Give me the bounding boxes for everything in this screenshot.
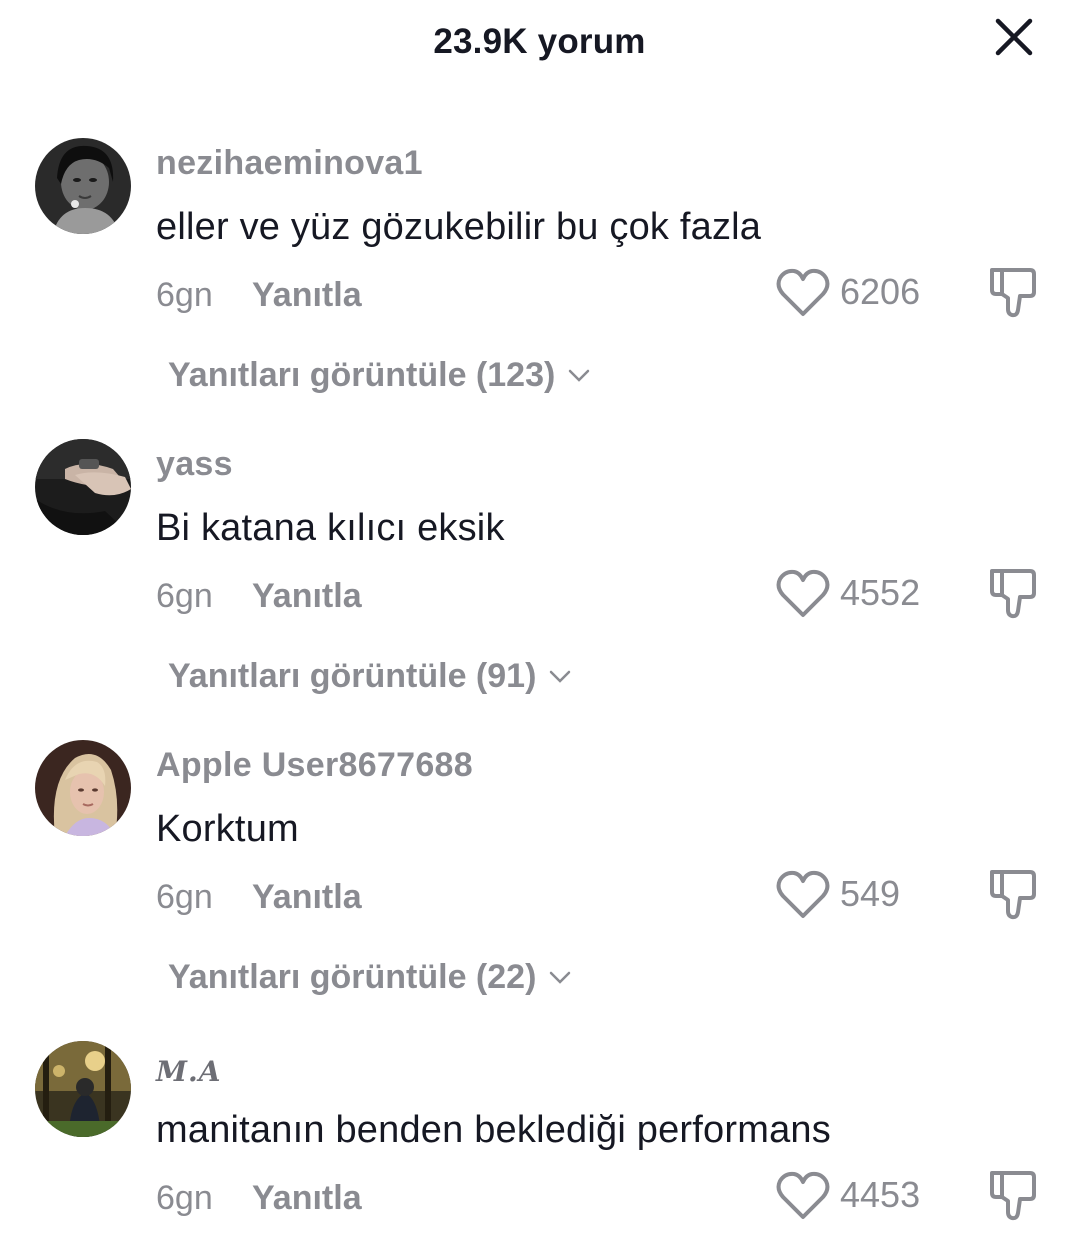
close-button[interactable]: [988, 14, 1040, 60]
view-replies-label: Yanıtları görüntüle (22): [168, 958, 537, 996]
comment-username[interactable]: nezihaeminova1: [156, 144, 423, 183]
comment-item: Apple User8677688 Korktum 6gn Yanıtla 54…: [0, 740, 1079, 1040]
comment-count-title: 23.9K yorum: [433, 22, 646, 61]
heart-icon[interactable]: [776, 870, 830, 920]
comment-text: Bi katana kılıcı eksik: [156, 507, 505, 549]
comment-text: manitanın benden beklediği performans: [156, 1109, 831, 1151]
comment-item: yass Bi katana kılıcı eksik 6gn Yanıtla …: [0, 439, 1079, 739]
like-count: 6206: [840, 271, 921, 312]
dislike-icon[interactable]: [986, 264, 1040, 320]
avatar[interactable]: [35, 439, 131, 535]
close-icon: [995, 18, 1033, 56]
heart-icon[interactable]: [776, 1171, 830, 1221]
chevron-down-icon: [550, 971, 571, 984]
comments-header: 23.9K yorum: [0, 0, 1079, 90]
chevron-down-icon: [550, 670, 571, 683]
comment-time: 6gn: [156, 1179, 213, 1217]
reply-button[interactable]: Yanıtla: [252, 878, 362, 917]
dislike-icon[interactable]: [986, 565, 1040, 621]
reply-button[interactable]: Yanıtla: [252, 1179, 362, 1218]
heart-icon[interactable]: [776, 268, 830, 318]
like-count: 4453: [840, 1174, 921, 1215]
comment-time: 6gn: [156, 577, 213, 615]
comment-username[interactable]: yass: [156, 445, 233, 484]
comment-item: M.A manitanın benden beklediği performan…: [0, 1041, 1079, 1247]
avatar[interactable]: [35, 740, 131, 836]
comment-username[interactable]: M.A: [156, 1055, 221, 1088]
reply-button[interactable]: Yanıtla: [252, 276, 362, 315]
comment-username[interactable]: Apple User8677688: [156, 746, 473, 785]
comment-time: 6gn: [156, 276, 213, 314]
comment-time: 6gn: [156, 878, 213, 916]
like-count: 549: [840, 873, 901, 914]
view-replies-label: Yanıtları görüntüle (91): [168, 657, 537, 695]
dislike-icon[interactable]: [986, 1167, 1040, 1223]
reply-button[interactable]: Yanıtla: [252, 577, 362, 616]
comment-item: nezihaeminova1 eller ve yüz gözukebilir …: [0, 138, 1079, 438]
view-replies-button[interactable]: Yanıtları görüntüle (123): [168, 356, 591, 395]
like-count: 4552: [840, 572, 921, 613]
comment-text: Korktum: [156, 808, 299, 850]
avatar[interactable]: [35, 1041, 131, 1137]
dislike-icon[interactable]: [986, 866, 1040, 922]
comment-text: eller ve yüz gözukebilir bu çok fazla: [156, 206, 762, 248]
avatar[interactable]: [35, 138, 131, 234]
chevron-down-icon: [569, 369, 590, 382]
view-replies-button[interactable]: Yanıtları görüntüle (22): [168, 958, 572, 997]
view-replies-button[interactable]: Yanıtları görüntüle (91): [168, 657, 572, 696]
view-replies-label: Yanıtları görüntüle (123): [168, 356, 556, 394]
heart-icon[interactable]: [776, 569, 830, 619]
